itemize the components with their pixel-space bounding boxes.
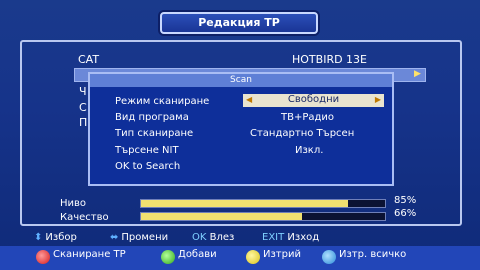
scan-mode-label[interactable]: Режим сканиране <box>115 96 209 107</box>
signal-quality-label: Качество <box>60 212 109 223</box>
signal-quality-fill <box>141 213 303 220</box>
row-label-symbol-rate: С <box>79 101 87 114</box>
scan-type-value[interactable]: Стандартно Търсен <box>250 128 354 139</box>
left-right-arrows-icon: ⬌ <box>110 232 119 243</box>
program-type-label[interactable]: Вид програма <box>115 112 189 123</box>
nit-search-value[interactable]: Изкл. <box>295 145 323 156</box>
help-change: ⬌ Промени <box>110 232 169 243</box>
satellite-value[interactable]: HOTBIRD 13E <box>292 53 367 66</box>
signal-level-label: Ниво <box>60 198 87 209</box>
help-ok: OK Влез <box>192 232 234 243</box>
signal-quality-percent: 66% <box>394 208 417 219</box>
row-label-frequency: Ч <box>79 85 87 98</box>
scan-mode-value: Свободни <box>287 94 340 105</box>
scan-type-label[interactable]: Тип сканиране <box>115 128 193 139</box>
green-button-icon[interactable] <box>161 250 175 264</box>
arrow-right-icon: ▶ <box>414 69 421 79</box>
row-label-polarization: П <box>79 116 88 129</box>
nit-search-label[interactable]: Търсене NIT <box>115 145 179 156</box>
signal-quality-bar <box>140 212 386 221</box>
delete-all-button[interactable]: Изтр. всичко <box>339 249 406 260</box>
program-type-value[interactable]: ТВ+Радио <box>281 112 334 123</box>
scan-tp-button[interactable]: Сканиране TP <box>53 249 126 260</box>
page-title: Редакция TP <box>198 16 280 29</box>
signal-level-bar <box>140 199 386 208</box>
satellite-label: CAT <box>78 53 100 66</box>
up-down-arrows-icon: ⬍ <box>34 232 43 243</box>
tp-edit-screen: Редакция TP CAT HOTBIRD 13E ▶ Ч С П Scan… <box>0 0 480 270</box>
signal-level-fill <box>141 200 349 207</box>
ok-key-text: Влез <box>209 232 235 243</box>
scan-mode-selector[interactable]: ◀ Свободни ▶ <box>243 94 384 107</box>
title-bar: Редакция TP <box>160 12 318 34</box>
add-button[interactable]: Добави <box>178 249 217 260</box>
scan-dialog-title: Scan <box>90 74 392 87</box>
exit-key-label: EXIT <box>262 232 285 243</box>
signal-level-percent: 85% <box>394 195 417 206</box>
yellow-button-icon[interactable] <box>246 250 260 264</box>
blue-button-icon[interactable] <box>322 250 336 264</box>
exit-key-text: Изход <box>287 232 320 243</box>
delete-button[interactable]: Изтрий <box>263 249 301 260</box>
ok-key-label: OK <box>192 232 207 243</box>
arrow-right-icon[interactable]: ▶ <box>375 95 381 104</box>
red-button-icon[interactable] <box>36 250 50 264</box>
help-exit: EXIT Изход <box>262 232 319 243</box>
ok-to-search-item[interactable]: OK to Search <box>115 161 180 172</box>
help-select: ⬍ Избор <box>34 232 77 243</box>
